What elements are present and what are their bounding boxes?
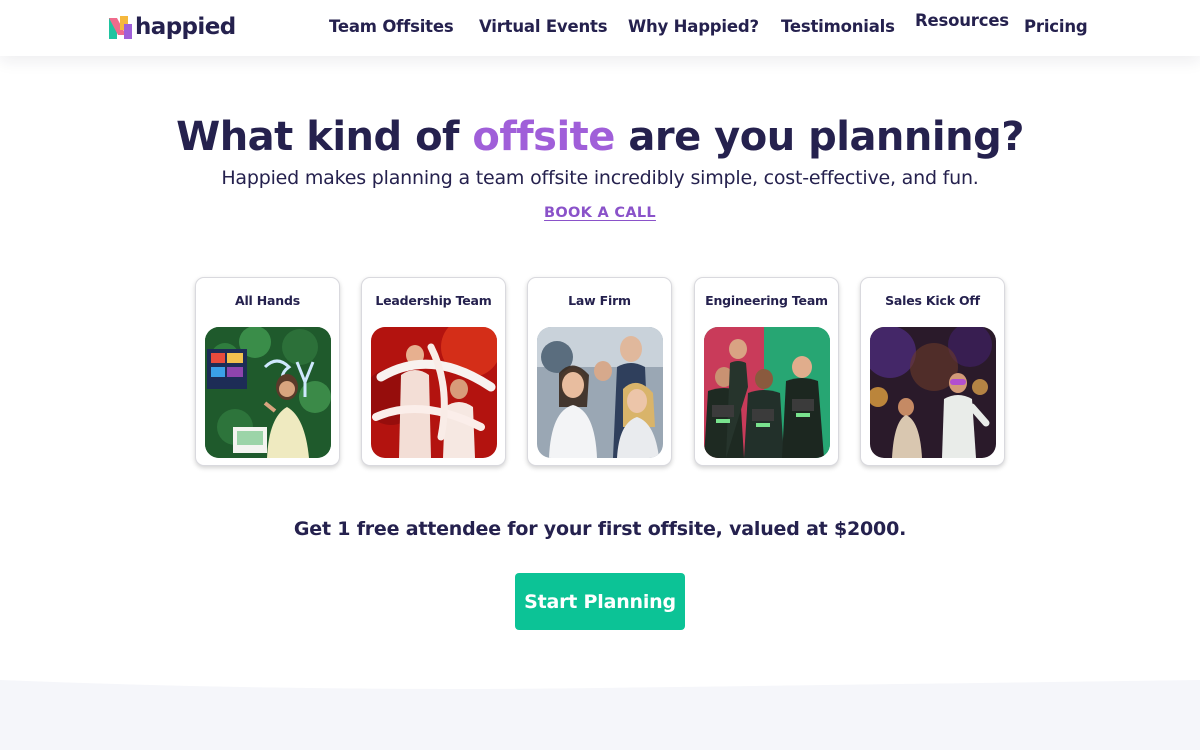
site-header: happied Team Offsites Virtual Events Why… [0, 0, 1200, 56]
nav-resources[interactable]: Resources [915, 11, 1009, 30]
hero-title-pre: What kind of [176, 114, 473, 160]
offsite-card-leadership-team[interactable]: Leadership Team [361, 277, 506, 466]
smiling-group-photo [537, 327, 663, 458]
offsite-card-all-hands[interactable]: All Hands [195, 277, 340, 466]
hero-title-post: are you planning? [614, 114, 1024, 160]
card-label: Law Firm [568, 293, 631, 308]
offsite-card-law-firm[interactable]: Law Firm [527, 277, 672, 466]
balloon-party-red-light-photo [371, 327, 497, 458]
card-label: Engineering Team [705, 293, 828, 308]
logo-mark-icon [109, 15, 132, 39]
presenter-at-neon-sign-photo [205, 327, 331, 458]
book-call-link[interactable]: BOOK A CALL [544, 205, 656, 221]
hero-title: What kind of offsite are you planning? [0, 114, 1200, 160]
card-label: Leadership Team [375, 293, 492, 308]
nav-testimonials[interactable]: Testimonials [781, 17, 895, 36]
next-section-band [0, 678, 1200, 750]
offsite-card-sales-kick-off[interactable]: Sales Kick Off [860, 277, 1005, 466]
book-call-wrapper: BOOK A CALL [0, 202, 1200, 221]
card-label: All Hands [235, 293, 300, 308]
happied-logo[interactable]: happied [107, 12, 236, 42]
masked-performers-photo [870, 327, 996, 458]
start-planning-button[interactable]: Start Planning [515, 573, 685, 630]
offsite-card-engineering-team[interactable]: Engineering Team [694, 277, 839, 466]
laser-tag-team-photo [704, 327, 830, 458]
nav-virtual-events[interactable]: Virtual Events [479, 17, 608, 36]
nav-team-offsites[interactable]: Team Offsites [329, 17, 454, 36]
hero-subtitle: Happied makes planning a team offsite in… [221, 167, 979, 189]
nav-pricing[interactable]: Pricing [1024, 17, 1088, 36]
card-label: Sales Kick Off [885, 293, 980, 308]
logo-wordmark: happied [135, 13, 236, 40]
nav-why-happied[interactable]: Why Happied? [628, 17, 759, 36]
promo-text: Get 1 free attendee for your first offsi… [293, 518, 907, 540]
hero-title-accent: offsite [472, 114, 615, 160]
